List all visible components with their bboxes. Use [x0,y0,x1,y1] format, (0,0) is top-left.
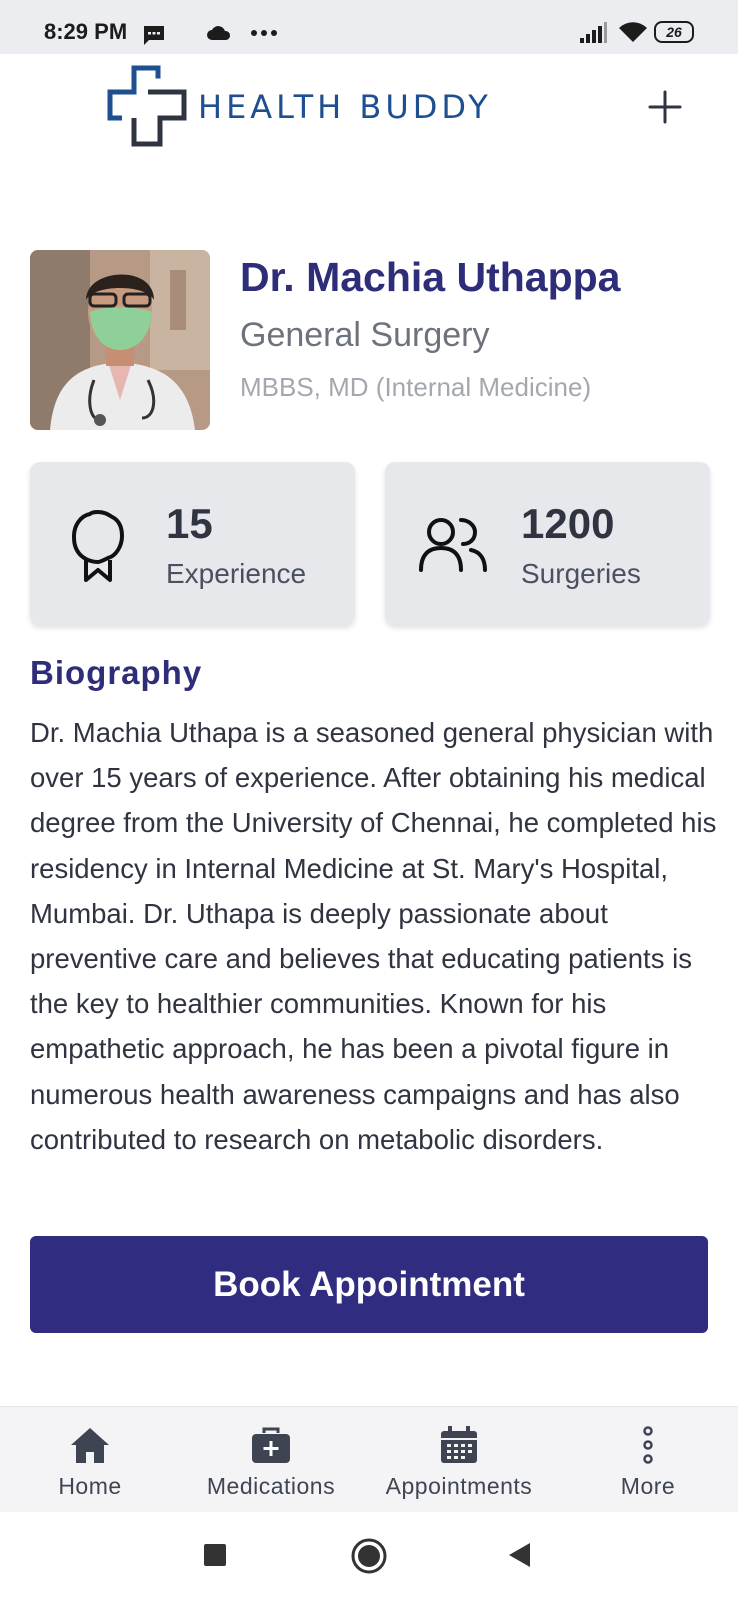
experience-card: 15 Experience [30,462,355,625]
nav-label-appointments: Appointments [385,1473,533,1499]
doctor-photo [30,250,210,430]
battery-level: 26 [666,24,682,40]
surgeries-label: Surgeries [521,558,641,589]
nav-item-appointments[interactable]: Appointments [369,1407,549,1513]
system-navigation-bar [0,1512,738,1600]
doctor-qualification: MBBS, MD (Internal Medicine) [240,372,592,402]
more-dots-icon [251,30,277,36]
medical-bag-icon [252,1427,290,1463]
battery-icon: 26 [654,21,694,43]
nav-label-home: Home [58,1473,122,1499]
biography-heading: Biography [30,654,203,691]
nav-item-home[interactable]: Home [0,1407,180,1513]
recent-apps-button[interactable] [204,1544,226,1566]
experience-value: 15 [166,500,213,547]
surgeries-value: 1200 [521,500,615,547]
home-icon [71,1428,109,1463]
message-icon [144,26,164,45]
users-icon [419,518,487,572]
experience-label: Experience [166,558,307,589]
plus-icon[interactable] [644,86,686,128]
more-vertical-icon [643,1426,653,1464]
wifi-icon [619,22,647,42]
home-button[interactable] [351,1538,387,1574]
nav-label-more: More [620,1473,676,1499]
book-appointment-button[interactable]: Book Appointment [30,1236,708,1333]
app-logo-text: HEALTH BUDDY [198,88,492,126]
cloud-icon [207,26,231,40]
bottom-navigation: Home Medications Appointments More [0,1406,738,1512]
status-bar: 8:29 PM 26 [0,0,738,54]
award-ribbon-icon [72,510,124,582]
biography-text: Dr. Machia Uthapa is a seasoned general … [30,717,717,1155]
nav-item-medications[interactable]: Medications [181,1407,361,1513]
nav-label-medications: Medications [206,1473,336,1499]
app-header: HEALTH BUDDY [0,54,738,164]
signal-icon [580,22,607,43]
doctor-name: Dr. Machia Uthappa [240,254,621,300]
surgeries-card: 1200 Surgeries [385,462,710,625]
medical-cross-logo-icon [107,65,187,147]
back-button[interactable] [508,1542,532,1568]
nav-item-more[interactable]: More [558,1407,738,1513]
status-time: 8:29 PM [44,19,128,44]
doctor-specialty: General Surgery [240,316,490,354]
calendar-icon [441,1426,477,1463]
